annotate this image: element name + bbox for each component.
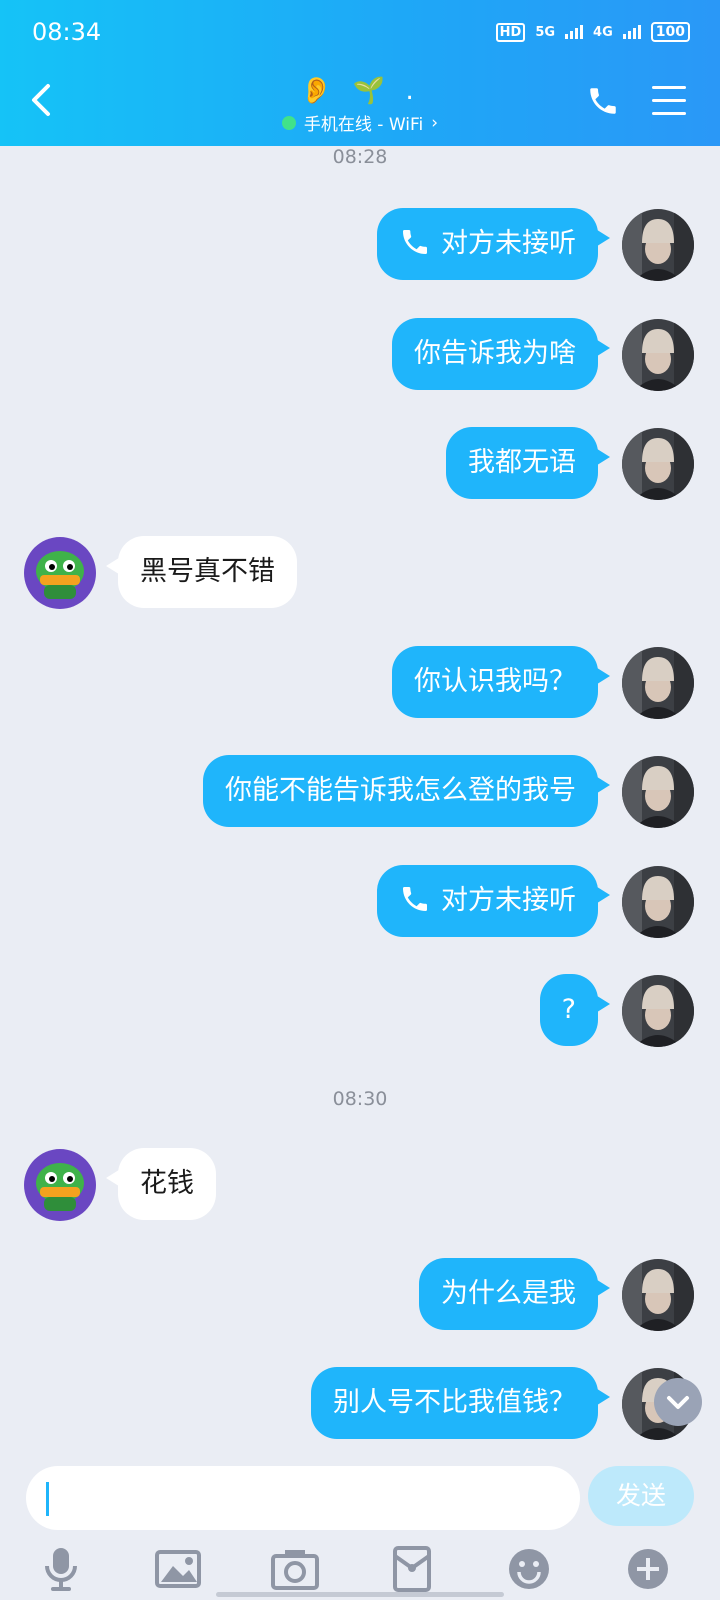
plus-icon[interactable] — [623, 1544, 673, 1594]
timestamp: 08:30 — [332, 1088, 388, 1110]
timestamp: 08:28 — [332, 146, 388, 168]
message-bubble[interactable]: 你告诉我为啥 — [392, 318, 610, 390]
image-icon[interactable] — [153, 1544, 203, 1594]
menu-line — [652, 112, 686, 115]
contact-avatar[interactable] — [24, 1149, 96, 1221]
chat-header: 08:34 HD 5G 4G 100 👂 🌱 . 手机在线 - WiFi › — [0, 0, 720, 146]
message-row: 为什么是我 — [0, 1258, 720, 1332]
self-avatar[interactable] — [622, 209, 694, 281]
self-avatar[interactable] — [622, 647, 694, 719]
message-bubble[interactable]: 花钱 — [106, 1148, 216, 1220]
phone-icon — [590, 88, 616, 114]
message-bubble[interactable]: 为什么是我 — [419, 1258, 610, 1330]
message-row: 对方未接听 — [0, 865, 720, 939]
signal-icon-2 — [622, 25, 641, 39]
battery-icon: 100 — [650, 22, 690, 42]
message-row: ? — [0, 974, 720, 1048]
status-icons: HD 5G 4G 100 — [495, 22, 690, 42]
microphone-icon[interactable] — [36, 1544, 86, 1594]
message-row: 你能不能告诉我怎么登的我号 — [0, 755, 720, 829]
chevron-down-icon — [667, 1396, 689, 1409]
message-text: 你能不能告诉我怎么登的我号 — [225, 775, 576, 806]
message-text: 你告诉我为啥 — [414, 338, 576, 369]
network-5g-label: 5G — [535, 24, 556, 40]
self-avatar[interactable] — [622, 319, 694, 391]
voice-call-button[interactable] — [586, 84, 620, 118]
message-bubble[interactable]: ? — [539, 974, 611, 1046]
message-input[interactable] — [26, 1466, 580, 1530]
message-text: 对方未接听 — [441, 885, 576, 916]
message-bubble[interactable]: 对方未接听 — [377, 208, 610, 280]
signal-icon — [565, 25, 584, 39]
self-avatar[interactable] — [622, 1259, 694, 1331]
send-button[interactable]: 发送 — [588, 1466, 694, 1526]
message-row: 你告诉我为啥 — [0, 318, 720, 392]
message-text: 你认识我吗？ — [414, 666, 576, 697]
message-bubble[interactable]: 别人号不比我值钱？ — [311, 1367, 610, 1439]
menu-button[interactable] — [652, 86, 686, 116]
message-bubble[interactable]: 黑号真不错 — [106, 536, 297, 608]
text-cursor — [46, 1482, 49, 1516]
red-packet-icon[interactable] — [387, 1544, 437, 1594]
camera-icon[interactable] — [270, 1544, 320, 1594]
online-status-text: 手机在线 - WiFi — [303, 115, 424, 135]
message-row: 黑号真不错 — [0, 536, 720, 610]
message-row: 花钱 — [0, 1148, 720, 1222]
message-bubble[interactable]: 你能不能告诉我怎么登的我号 — [203, 755, 610, 827]
emoji-icon[interactable] — [504, 1544, 554, 1594]
message-bubble[interactable]: 你认识我吗？ — [392, 646, 610, 718]
contact-avatar[interactable] — [24, 537, 96, 609]
message-text: 我都无语 — [468, 447, 576, 478]
phone-icon — [403, 886, 427, 911]
menu-line — [652, 99, 686, 102]
home-indicator — [216, 1592, 504, 1597]
chevron-right-icon: › — [431, 112, 439, 133]
online-dot-icon — [281, 115, 296, 130]
self-avatar[interactable] — [622, 756, 694, 828]
message-row: 我都无语 — [0, 427, 720, 501]
input-toolbar — [0, 1544, 720, 1594]
message-text: 为什么是我 — [441, 1278, 576, 1309]
scroll-to-bottom-button[interactable] — [654, 1378, 702, 1426]
message-row: 你认识我吗？ — [0, 646, 720, 720]
message-text: 花钱 — [140, 1168, 194, 1199]
message-row: 对方未接听 — [0, 208, 720, 282]
message-text: 别人号不比我值钱？ — [333, 1387, 576, 1418]
message-text: 对方未接听 — [441, 228, 576, 259]
hd-badge: HD — [495, 22, 526, 42]
menu-line — [652, 86, 686, 89]
phone-icon — [403, 229, 427, 254]
message-bubble[interactable]: 我都无语 — [446, 427, 610, 499]
message-text: ? — [561, 994, 576, 1025]
message-text: 黑号真不错 — [140, 556, 275, 587]
self-avatar[interactable] — [622, 428, 694, 500]
self-avatar[interactable] — [622, 866, 694, 938]
status-time: 08:34 — [32, 18, 102, 46]
self-avatar[interactable] — [622, 975, 694, 1047]
network-4g-label: 4G — [593, 24, 613, 40]
message-bubble[interactable]: 对方未接听 — [377, 865, 610, 937]
message-row: 别人号不比我值钱？ — [0, 1367, 720, 1441]
